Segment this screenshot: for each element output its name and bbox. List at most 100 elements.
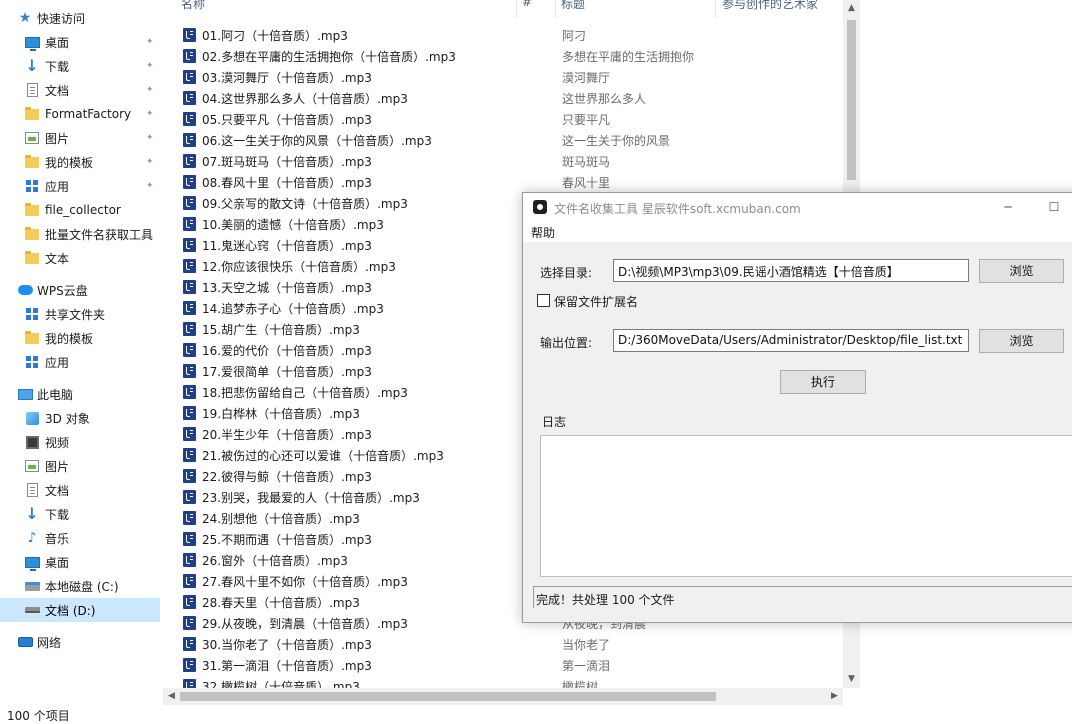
mp3-file-icon xyxy=(183,217,196,231)
execute-button[interactable]: 执行 xyxy=(780,370,866,394)
nav-item-batch-tool[interactable]: 批量文件名获取工具 xyxy=(0,222,160,246)
horizontal-scrollbar[interactable]: ◀ ▶ xyxy=(163,688,843,705)
scroll-left-icon[interactable]: ◀ xyxy=(163,688,180,705)
nav-label: 文本 xyxy=(45,251,70,266)
browse-dir-button[interactable]: 浏览 xyxy=(979,259,1064,283)
file-name: 14.追梦赤子心（十倍音质）.mp3 xyxy=(202,302,384,316)
nav-item-wps-templates[interactable]: 我的模板 xyxy=(0,326,160,350)
window-titlebar[interactable]: 文件名收集工具 星辰软件soft.xcmuban.com ─ ☐ xyxy=(523,193,1072,222)
scroll-thumb[interactable] xyxy=(847,20,856,180)
file-row[interactable]: 03.漠河舞厅（十倍音质）.mp3 漠河舞厅 xyxy=(183,66,823,87)
folder-icon xyxy=(24,202,40,218)
mp3-file-icon xyxy=(183,427,196,441)
scroll-right-icon[interactable]: ▶ xyxy=(826,688,843,705)
nav-item-formatfactory[interactable]: FormatFactory ✦ xyxy=(0,102,160,126)
column-header-number[interactable]: # xyxy=(522,0,532,13)
log-textarea[interactable] xyxy=(540,435,1072,577)
column-divider[interactable] xyxy=(715,0,716,18)
file-row[interactable]: 30.当你老了（十倍音质）.mp3 当你老了 xyxy=(183,633,823,654)
file-name: 24.别想他（十倍音质）.mp3 xyxy=(202,512,360,526)
mp3-file-icon xyxy=(183,343,196,357)
nav-network[interactable]: 网络 xyxy=(0,630,160,654)
dialog-status-text: 完成！共处理 100 个文件 xyxy=(536,593,675,607)
nav-item-documents[interactable]: 文档 ✦ xyxy=(0,78,160,102)
scroll-thumb[interactable] xyxy=(180,692,716,701)
nav-label: FormatFactory xyxy=(45,107,132,121)
image-icon xyxy=(24,130,40,146)
nav-item-desktop[interactable]: 桌面 ✦ xyxy=(0,30,160,54)
nav-item-pc-desktop[interactable]: 桌面 xyxy=(0,550,160,574)
scroll-down-icon[interactable]: ▼ xyxy=(843,671,860,688)
nav-label: 桌面 xyxy=(45,35,70,50)
file-name: 20.半生少年（十倍音质）.mp3 xyxy=(202,428,372,442)
nav-label: 应用 xyxy=(45,355,70,370)
nav-item-pc-downloads[interactable]: ↓ 下载 xyxy=(0,502,160,526)
pin-icon: ✦ xyxy=(146,61,154,71)
select-dir-input[interactable]: D:\视频\MP3\mp3\09.民谣小酒馆精选【十倍音质】 xyxy=(613,259,969,282)
nav-wps-cloud[interactable]: WPS云盘 xyxy=(0,278,160,302)
nav-item-pc-pictures[interactable]: 图片 xyxy=(0,454,160,478)
nav-this-pc[interactable]: 此电脑 xyxy=(0,382,160,406)
nav-item-shared-folder[interactable]: 共享文件夹 xyxy=(0,302,160,326)
mp3-file-icon xyxy=(183,448,196,462)
column-divider[interactable] xyxy=(555,0,556,18)
folder-icon xyxy=(24,226,40,242)
nav-item-text[interactable]: 文本 xyxy=(0,246,160,270)
mp3-file-icon xyxy=(183,637,196,651)
file-name: 03.漠河舞厅（十倍音质）.mp3 xyxy=(202,71,372,85)
mp3-file-icon xyxy=(183,364,196,378)
cube-icon xyxy=(24,410,40,426)
nav-item-pc-documents[interactable]: 文档 xyxy=(0,478,160,502)
file-row[interactable]: 02.多想在平庸的生活拥抱你（十倍音质）.mp3 多想在平庸的生活拥抱你 xyxy=(183,45,823,66)
nav-quick-access[interactable]: ★ 快速访问 xyxy=(0,6,160,30)
mp3-file-icon xyxy=(183,196,196,210)
nav-label: 批量文件名获取工具 xyxy=(45,227,154,242)
file-row[interactable]: 06.这一生关于你的风景（十倍音质）.mp3 这一生关于你的风景 xyxy=(183,129,823,150)
file-row[interactable]: 08.春风十里（十倍音质）.mp3 春风十里 xyxy=(183,171,823,192)
pin-icon: ✦ xyxy=(146,181,154,191)
file-name: 26.窗外（十倍音质）.mp3 xyxy=(202,554,348,568)
minimize-icon[interactable]: ─ xyxy=(996,197,1020,217)
file-name: 05.只要平凡（十倍音质）.mp3 xyxy=(202,113,372,127)
maximize-icon[interactable]: ☐ xyxy=(1042,197,1066,217)
column-header-name[interactable]: 名称 xyxy=(181,0,205,13)
scroll-up-icon[interactable]: ▲ xyxy=(843,0,860,17)
nav-item-templates[interactable]: 我的模板 ✦ xyxy=(0,150,160,174)
nav-label: 文档 (D:) xyxy=(45,603,96,618)
nav-item-music[interactable]: ♪ 音乐 xyxy=(0,526,160,550)
cloud-icon xyxy=(17,282,33,298)
file-name: 28.春天里（十倍音质）.mp3 xyxy=(202,596,360,610)
nav-item-3d-objects[interactable]: 3D 对象 xyxy=(0,406,160,430)
file-row[interactable]: 31.第一滴泪（十倍音质）.mp3 第一滴泪 xyxy=(183,654,823,675)
nav-item-downloads[interactable]: ↓ 下载 ✦ xyxy=(0,54,160,78)
nav-item-wps-apps[interactable]: 应用 xyxy=(0,350,160,374)
file-row[interactable]: 01.阿刁（十倍音质）.mp3 阿刁 xyxy=(183,24,823,45)
nav-item-videos[interactable]: 视频 xyxy=(0,430,160,454)
output-path-input[interactable]: D:/360MoveData/Users/Administrator/Deskt… xyxy=(613,329,969,352)
file-row[interactable]: 07.斑马斑马（十倍音质）.mp3 斑马斑马 xyxy=(183,150,823,171)
browse-output-button[interactable]: 浏览 xyxy=(979,329,1064,353)
desktop-icon xyxy=(24,34,40,51)
menu-help[interactable]: 帮助 xyxy=(531,224,555,241)
mp3-file-icon xyxy=(183,133,196,147)
music-note-icon: ♪ xyxy=(27,530,37,546)
nav-item-file-collector[interactable]: file_collector xyxy=(0,198,160,222)
nav-item-drive-d[interactable]: 文档 (D:) xyxy=(0,598,160,622)
pin-icon: ✦ xyxy=(146,37,154,47)
file-row[interactable]: 05.只要平凡（十倍音质）.mp3 只要平凡 xyxy=(183,108,823,129)
mp3-file-icon xyxy=(183,49,196,63)
keep-extension-checkbox[interactable] xyxy=(537,294,550,307)
file-name: 08.春风十里（十倍音质）.mp3 xyxy=(202,176,372,190)
column-divider[interactable] xyxy=(516,0,517,18)
nav-item-apps[interactable]: 应用 ✦ xyxy=(0,174,160,198)
nav-item-drive-c[interactable]: 本地磁盘 (C:) xyxy=(0,574,160,598)
document-icon xyxy=(24,482,40,498)
nav-item-pictures[interactable]: 图片 ✦ xyxy=(0,126,160,150)
file-row[interactable]: 04.这世界那么多人（十倍音质）.mp3 这世界那么多人 xyxy=(183,87,823,108)
mp3-file-icon xyxy=(183,469,196,483)
pin-icon: ✦ xyxy=(146,109,154,119)
mp3-file-icon xyxy=(183,91,196,105)
file-name: 17.爱很简单（十倍音质）.mp3 xyxy=(202,365,372,379)
column-header-title[interactable]: 标题 xyxy=(561,0,585,13)
column-header-artists[interactable]: 参与创作的艺术家 xyxy=(722,0,818,13)
